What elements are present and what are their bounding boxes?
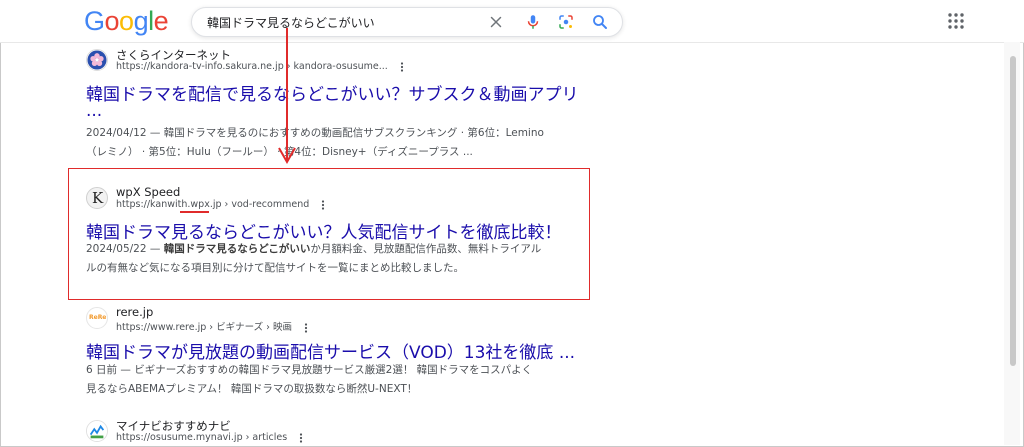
snippet-line: 6 日前 — ビギナーズおすすめの韓国ドラマ見放題サービス厳選2選！ 韓国ドラマ… [86,364,533,376]
more-options-icon[interactable] [397,61,407,72]
result-title[interactable]: 韓国ドラマが見放題の動画配信サービス（VOD）13社を徹底 ... [86,338,575,363]
result-url[interactable]: https://kandora-tv-info.sakura.ne.jp › k… [116,61,407,72]
result-title-continued[interactable]: ... [86,101,102,121]
result-snippet: 6 日前 — ビギナーズおすすめの韓国ドラマ見放題サービス厳選2選！ 韓国ドラマ… [86,361,586,399]
logo-letter: e [153,6,169,36]
logo-letter: o [119,6,134,36]
mynavi-favicon-icon [86,420,108,442]
lens-icon[interactable] [557,13,575,31]
annotation-arrow-icon [278,28,296,165]
annotation-underline [180,211,209,213]
snippet-line: （レミノ） · 第5位：Hulu（フールー） · 第4位：Disney+（ディズ… [86,146,473,158]
sakura-favicon-icon [86,49,108,71]
search-icon[interactable] [591,13,609,31]
microphone-icon[interactable] [524,13,542,31]
favicon-text: ReRe [89,314,107,321]
result-url-text[interactable]: https://osusume.mynavi.jp › articles [116,432,287,443]
google-header: Google 韓国ドラマ見るならどこがいい [0,0,1024,43]
result-url-text[interactable]: https://www.rere.jp › ビギナーズ › 映画 [116,322,292,333]
result-url-text[interactable]: https://kandora-tv-info.sakura.ne.jp › k… [116,61,388,72]
logo-letter: G [84,6,105,36]
apps-grid-icon[interactable] [947,12,965,30]
scrollbar-thumb[interactable] [1010,56,1016,366]
search-box[interactable]: 韓国ドラマ見るならどこがいい [191,7,623,37]
snippet-line: 見るならABEMAプレミアム！ 韓国ドラマの取扱数なら断然U-NEXT！ [86,383,418,395]
google-logo[interactable]: Google [84,6,169,37]
annotation-highlight-box [68,168,590,300]
more-options-icon[interactable] [301,322,311,333]
result-site-name[interactable]: rere.jp [116,305,153,319]
more-options-icon[interactable] [296,432,306,443]
logo-letter: g [133,6,149,36]
result-url[interactable]: https://osusume.mynavi.jp › articles [116,432,306,443]
rere-favicon-icon: ReRe [86,307,108,329]
result-snippet: 2024/04/12 — 韓国ドラマを見るのにおすすめの動画配信サブスクランキン… [86,124,586,162]
clear-icon[interactable] [487,13,505,31]
logo-letter: o [104,6,120,36]
snippet-line: 2024/04/12 — 韓国ドラマを見るのにおすすめの動画配信サブスクランキン… [86,127,544,139]
result-title[interactable]: 韓国ドラマを配信で見るならどこがいい？サブスク＆動画アプリ [86,80,579,105]
result-url[interactable]: https://www.rere.jp › ビギナーズ › 映画 [116,319,311,333]
